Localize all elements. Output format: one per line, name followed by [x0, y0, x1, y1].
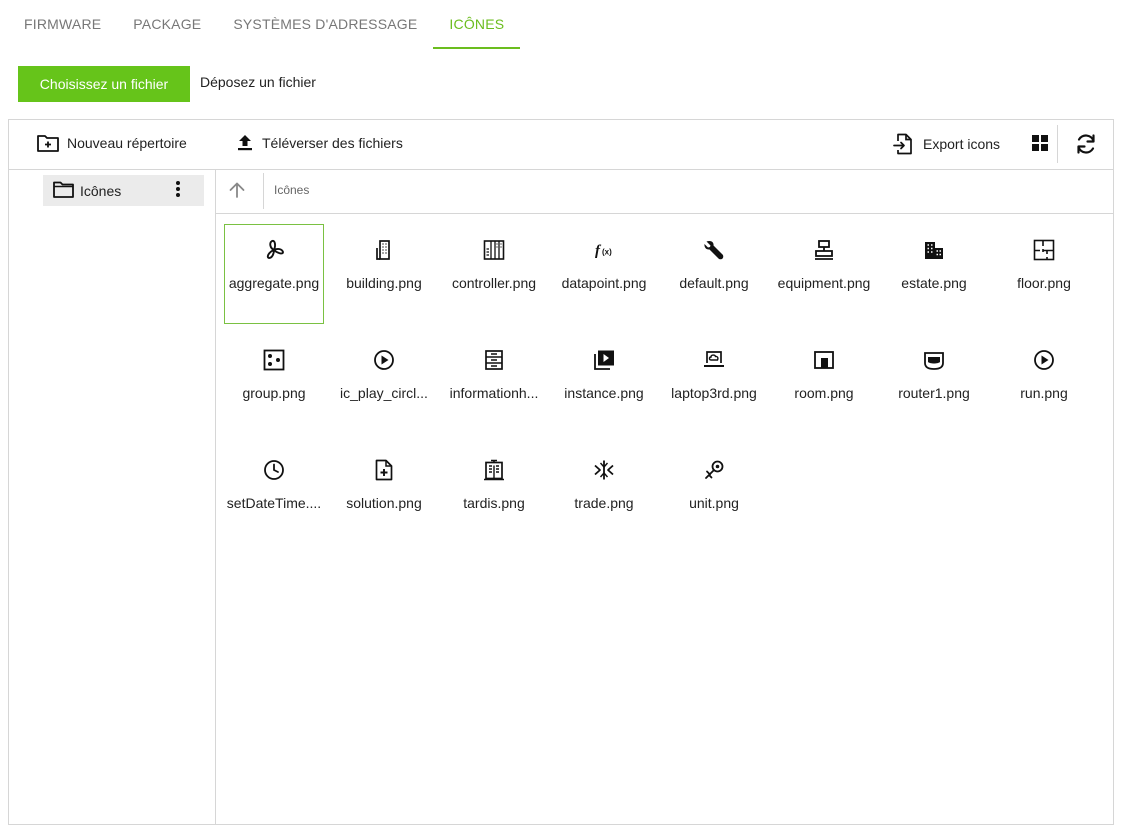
file-name: unit.png	[689, 495, 739, 511]
breadcrumb-path[interactable]: Icônes	[274, 183, 309, 197]
file-name: controller.png	[451, 275, 537, 291]
folder-plus-icon	[37, 135, 59, 152]
play-circle-icon	[374, 350, 394, 370]
file-name: aggregate.png	[228, 275, 320, 291]
file-name: datapoint.png	[561, 275, 647, 291]
tab-icons[interactable]: ICÔNES	[433, 0, 521, 49]
file-tile[interactable]: f (x) datapoint.png	[554, 224, 654, 324]
upload-icon	[238, 135, 252, 151]
upload-files-label: Téléverser des fichiers	[262, 135, 403, 151]
file-plus-icon	[375, 459, 393, 481]
file-tile[interactable]: default.png	[664, 224, 764, 324]
file-tile[interactable]: setDateTime....	[224, 444, 324, 544]
file-tile[interactable]: solution.png	[334, 444, 434, 544]
play-circle-icon	[1034, 350, 1054, 370]
file-name: room.png	[794, 385, 854, 401]
floor-plan-icon	[1033, 239, 1055, 261]
drop-zone-label[interactable]: Déposez un fichier	[200, 74, 316, 90]
file-name: run.png	[1020, 385, 1068, 401]
file-tile[interactable]: trade.png	[554, 444, 654, 544]
refresh-button[interactable]	[1074, 132, 1098, 161]
file-name: estate.png	[901, 275, 967, 291]
file-name: instance.png	[564, 385, 644, 401]
file-name: group.png	[242, 385, 306, 401]
file-name: solution.png	[346, 495, 422, 511]
new-folder-button[interactable]: Nouveau répertoire	[37, 134, 187, 152]
file-name: tardis.png	[463, 495, 525, 511]
new-folder-label: Nouveau répertoire	[67, 135, 187, 151]
function-icon: f (x)	[595, 243, 612, 259]
breadcrumb: Icônes	[215, 169, 1113, 214]
estate-icon	[925, 242, 943, 259]
server-icon	[485, 350, 503, 370]
tardis-icon	[484, 459, 504, 481]
file-name: ic_play_circl...	[340, 385, 428, 401]
svg-text:f: f	[595, 243, 602, 259]
unit-icon	[705, 460, 724, 479]
equipment-icon	[815, 240, 833, 260]
arrow-up-icon[interactable]	[228, 181, 246, 199]
file-name: setDateTime....	[226, 495, 322, 511]
wrench-icon	[704, 240, 724, 260]
export-icons-button[interactable]: Export icons	[893, 133, 1000, 155]
file-tile[interactable]: aggregate.png	[224, 224, 324, 324]
file-tile[interactable]: tardis.png	[444, 444, 544, 544]
export-file-icon	[893, 133, 912, 155]
file-name: informationh...	[449, 385, 539, 401]
file-name: default.png	[679, 275, 749, 291]
file-tile[interactable]: building.png	[334, 224, 434, 324]
tree-item-icones[interactable]: Icônes	[43, 175, 204, 206]
more-vertical-icon[interactable]	[172, 180, 184, 200]
clock-icon	[264, 460, 284, 480]
choose-file-button[interactable]: Choisissez un fichier	[18, 66, 190, 102]
tab-bar: FIRMWARE PACKAGE SYSTÈMES D'ADRESSAGE IC…	[8, 0, 521, 49]
tab-package[interactable]: PACKAGE	[117, 0, 217, 48]
controller-icon	[483, 240, 505, 260]
file-tile[interactable]: instance.png	[554, 334, 654, 434]
file-grid: aggregate.png building.png controller.pn…	[224, 224, 1104, 544]
file-tile[interactable]: floor.png	[994, 224, 1094, 324]
file-tile[interactable]: router1.png	[884, 334, 984, 434]
file-browser: Icônes aggregate.png building.png contro…	[215, 169, 1113, 824]
file-tile[interactable]: equipment.png	[774, 224, 874, 324]
breadcrumb-divider	[263, 173, 264, 209]
dice-icon	[263, 349, 285, 371]
file-tile[interactable]: room.png	[774, 334, 874, 434]
file-name: laptop3rd.png	[671, 385, 757, 401]
file-name: equipment.png	[777, 275, 871, 291]
file-tile[interactable]: group.png	[224, 334, 324, 434]
file-tile[interactable]: controller.png	[444, 224, 544, 324]
svg-text:(x): (x)	[602, 248, 612, 257]
grid-view-icon	[1032, 135, 1048, 151]
file-tile[interactable]: informationh...	[444, 334, 544, 434]
file-name: building.png	[346, 275, 422, 291]
tree-item-label: Icônes	[80, 183, 122, 199]
laptop-cloud-icon	[704, 351, 724, 367]
file-tile[interactable]: ic_play_circl...	[334, 334, 434, 434]
file-manager-toolbar: Nouveau répertoire Téléverser des fichie…	[9, 120, 1113, 170]
file-manager: Nouveau répertoire Téléverser des fichie…	[8, 119, 1114, 825]
file-tile[interactable]: run.png	[994, 334, 1094, 434]
file-tile[interactable]: unit.png	[664, 444, 764, 544]
folder-tree: Icônes	[9, 169, 216, 824]
file-tile[interactable]: laptop3rd.png	[664, 334, 764, 434]
grid-view-toggle[interactable]	[1031, 134, 1049, 157]
refresh-icon	[1077, 134, 1095, 154]
file-tile[interactable]: estate.png	[884, 224, 984, 324]
trade-icon	[594, 460, 614, 480]
folder-icon	[53, 181, 74, 198]
file-name: trade.png	[574, 495, 634, 511]
fan-icon	[266, 239, 284, 259]
file-name: router1.png	[898, 385, 970, 401]
building-icon	[376, 240, 390, 260]
upload-files-button[interactable]: Téléverser des fichiers	[236, 134, 403, 152]
room-icon	[814, 351, 834, 369]
toolbar-divider	[1057, 125, 1058, 163]
router-icon	[924, 352, 944, 370]
tab-firmware[interactable]: FIRMWARE	[8, 0, 117, 48]
tab-addressing-systems[interactable]: SYSTÈMES D'ADRESSAGE	[217, 0, 433, 48]
export-icons-label: Export icons	[923, 136, 1001, 152]
file-name: floor.png	[1017, 275, 1071, 291]
video-library-icon	[594, 350, 614, 370]
